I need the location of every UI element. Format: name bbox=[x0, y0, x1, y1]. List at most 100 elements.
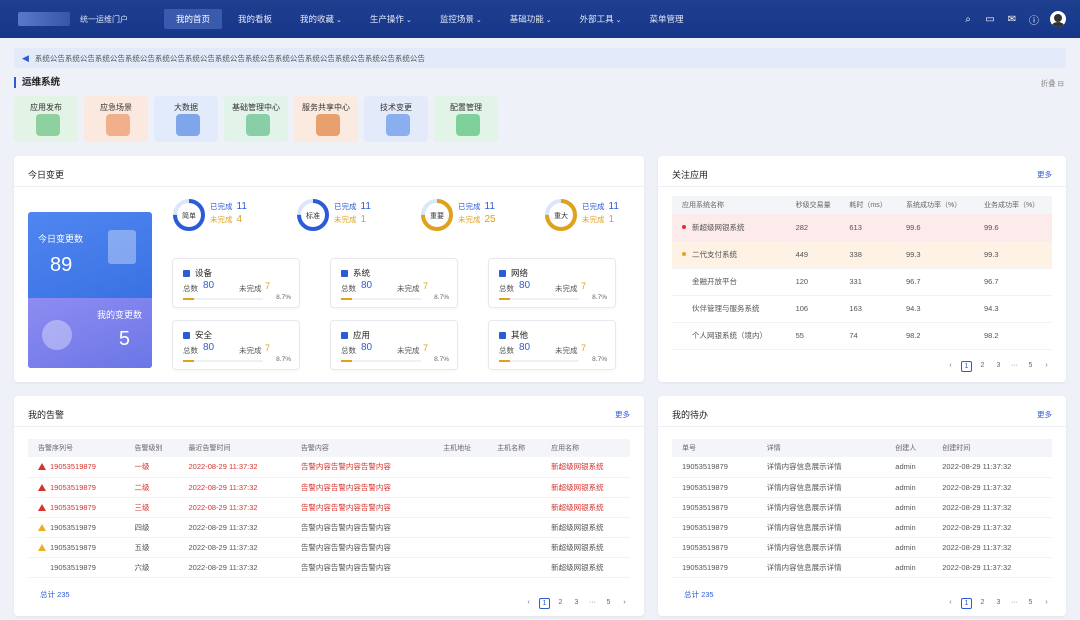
category-card[interactable]: 安全 总数 80 未完成 7 8.7% bbox=[172, 320, 300, 370]
help-icon[interactable]: ⓘ bbox=[1028, 12, 1040, 27]
table-row[interactable]: 19053519879 六级 2022-08-29 11:37:32 告警内容告警内容… bbox=[28, 557, 630, 578]
cell-text: 449 bbox=[795, 250, 809, 259]
table-cell bbox=[487, 557, 542, 578]
nav-item[interactable]: 生产操作 ⌄ bbox=[358, 9, 424, 29]
table-cell: 2022-08-29 11:37:32 bbox=[178, 477, 291, 498]
category-title: 设备 bbox=[183, 267, 212, 279]
table-row[interactable]: 19053519879 详情内容信息展示详情 admin 2022-08-29 11:… bbox=[672, 497, 1052, 518]
todo-label: 未完成 bbox=[334, 215, 357, 224]
table-row[interactable]: 19053519879 详情内容信息展示详情 admin 2022-08-29 11:… bbox=[672, 477, 1052, 498]
total-value: 80 bbox=[203, 342, 215, 353]
page-number[interactable]: 1 bbox=[961, 361, 972, 372]
quick-link-tile[interactable]: 服务共享中心 bbox=[294, 96, 358, 142]
page-number[interactable]: 1 bbox=[539, 598, 550, 609]
collapse-button[interactable]: 折叠 ⊟ bbox=[1041, 78, 1064, 89]
table-cell: 详情内容信息展示详情 bbox=[756, 497, 886, 518]
category-card[interactable]: 设备 总数 80 未完成 7 8.7% bbox=[172, 258, 300, 308]
alerts-table: 告警序列号 告警级别 最近告警时间 告警内容 主机地址 主机名称 应用名称 190535198… bbox=[28, 439, 630, 578]
page-ellipsis[interactable]: ··· bbox=[1009, 598, 1020, 609]
category-card[interactable]: 网络 总数 80 未完成 7 8.7% bbox=[488, 258, 616, 308]
page-number[interactable]: 5 bbox=[603, 598, 614, 609]
nav-item[interactable]: 菜单管理 bbox=[637, 9, 695, 29]
todo-label: 未完成 bbox=[555, 284, 578, 293]
page-number[interactable]: 5 bbox=[1025, 361, 1036, 372]
table-row[interactable]: 新超级网银系统 282 613 99.6 99.6 bbox=[672, 214, 1052, 242]
quick-link-tile[interactable]: 技术变更 bbox=[364, 96, 428, 142]
page-ellipsis[interactable]: ··· bbox=[1009, 361, 1020, 372]
more-link[interactable]: 更多 bbox=[615, 409, 630, 420]
table-row[interactable]: 个人网银系统（境内） 55 74 98.2 98.2 bbox=[672, 322, 1052, 350]
table-row[interactable]: 二代支付系统 449 338 99.3 99.3 bbox=[672, 241, 1052, 269]
nav-item[interactable]: 我的收藏 ⌄ bbox=[288, 9, 354, 29]
table-cell: 二代支付系统 bbox=[672, 241, 786, 269]
cell-text: 282 bbox=[795, 222, 809, 232]
category-card[interactable]: 其他 总数 80 未完成 7 8.7% bbox=[488, 320, 616, 370]
category-card[interactable]: 系统 总数 80 未完成 7 8.7% bbox=[330, 258, 458, 308]
table-row[interactable]: 19053519879 三级 2022-08-29 11:37:32 告警内容告警内容… bbox=[28, 497, 630, 518]
prev-page-button[interactable]: ‹ bbox=[945, 361, 956, 372]
quick-link-tile[interactable]: 基础管理中心 bbox=[224, 96, 288, 142]
nav-item[interactable]: 我的看板 bbox=[226, 9, 284, 29]
table-cell: 二级 bbox=[124, 477, 179, 498]
table-cell: 2022-08-29 11:37:32 bbox=[178, 457, 291, 478]
ring-level-label: 重要 bbox=[430, 213, 444, 220]
table-row[interactable]: 19053519879 详情内容信息展示详情 admin 2022-08-29 11:… bbox=[672, 557, 1052, 578]
table-row[interactable]: 19053519879 一级 2022-08-29 11:37:32 告警内容告警内容… bbox=[28, 457, 630, 478]
prev-page-button[interactable]: ‹ bbox=[945, 598, 956, 609]
nav-item-label: 我的看板 bbox=[238, 14, 273, 24]
table-row[interactable]: 19053519879 五级 2022-08-29 11:37:32 告警内容告警内容… bbox=[28, 537, 630, 558]
table-row[interactable]: 伙伴管理与服务系统 106 163 94.3 94.3 bbox=[672, 295, 1052, 323]
table-row[interactable]: 19053519879 详情内容信息展示详情 admin 2022-08-29 11:… bbox=[672, 517, 1052, 538]
nav-item[interactable]: 基础功能 ⌄ bbox=[498, 9, 564, 29]
progress-percent: 8.7% bbox=[592, 294, 607, 301]
page-number[interactable]: 2 bbox=[555, 598, 566, 609]
prev-page-button[interactable]: ‹ bbox=[523, 598, 534, 609]
avatar[interactable] bbox=[1050, 11, 1066, 27]
next-page-button[interactable]: › bbox=[1041, 361, 1052, 372]
category-title: 应用 bbox=[341, 329, 370, 341]
table-row[interactable]: 19053519879 详情内容信息展示详情 admin 2022-08-29 11:… bbox=[672, 457, 1052, 478]
warning-icon bbox=[38, 543, 46, 551]
nav-item[interactable]: 外部工具 ⌄ bbox=[568, 9, 634, 29]
table-row[interactable]: 19053519879 详情内容信息展示详情 admin 2022-08-29 11:… bbox=[672, 537, 1052, 558]
speaker-icon: ◀ bbox=[22, 52, 29, 63]
nav-item[interactable]: 我的首页 bbox=[164, 9, 223, 29]
page-number[interactable]: 5 bbox=[1025, 598, 1036, 609]
cell-text: 2022-08-29 11:37:32 bbox=[188, 462, 258, 472]
nav-item[interactable]: 监控场景 ⌄ bbox=[428, 9, 494, 29]
table-cell: admin bbox=[885, 477, 933, 498]
table-row[interactable]: 19053519879 二级 2022-08-29 11:37:32 告警内容告警内容… bbox=[28, 477, 630, 498]
more-link[interactable]: 更多 bbox=[1037, 169, 1052, 180]
category-card[interactable]: 应用 总数 80 未完成 7 8.7% bbox=[330, 320, 458, 370]
announcement-bar[interactable]: ◀ 系统公告系统公告系统公告系统公告系统公告系统公告系统公告系统公告系统公告系统… bbox=[14, 48, 1066, 68]
next-page-button[interactable]: › bbox=[619, 598, 630, 609]
table-cell: 详情内容信息展示详情 bbox=[756, 457, 886, 478]
mail-icon[interactable]: ✉ bbox=[1006, 14, 1018, 25]
page-number[interactable]: 3 bbox=[993, 361, 1004, 372]
quick-link-tile[interactable]: 配置管理 bbox=[434, 96, 498, 142]
quick-link-tile[interactable]: 应用发布 bbox=[14, 96, 78, 142]
page-number[interactable]: 2 bbox=[977, 598, 988, 609]
total-value: 80 bbox=[361, 280, 373, 291]
page-ellipsis[interactable]: ··· bbox=[587, 598, 598, 609]
next-page-button[interactable]: › bbox=[1041, 598, 1052, 609]
top-navigation-bar: 统一运维门户 我的首页 我的看板 我的收藏 ⌄ 生产操作 ⌄ 监控场景 ⌄ 基础功能 ⌄ 外部工具 ⌄… bbox=[0, 0, 1080, 38]
cell-text: 19053519879 bbox=[50, 462, 96, 472]
total-label: 总数 bbox=[183, 346, 198, 355]
quick-link-tile[interactable]: 应急场景 bbox=[84, 96, 148, 142]
table-cell: 19053519879 bbox=[672, 517, 757, 538]
main-nav: 我的首页 我的看板 我的收藏 ⌄ 生产操作 ⌄ 监控场景 ⌄ 基础功能 ⌄ 外部工具 ⌄ 菜单管理 bbox=[164, 9, 700, 29]
table-cell: 19053519879 bbox=[672, 537, 757, 558]
table-row[interactable]: 19053519879 四级 2022-08-29 11:37:32 告警内容告警内容… bbox=[28, 517, 630, 538]
page-number[interactable]: 1 bbox=[961, 598, 972, 609]
more-link[interactable]: 更多 bbox=[1037, 409, 1052, 420]
page-number[interactable]: 3 bbox=[571, 598, 582, 609]
total-count: 总计 235 bbox=[684, 590, 714, 599]
monitor-icon[interactable]: ▭ bbox=[984, 14, 996, 25]
quick-link-tile[interactable]: 大数据 bbox=[154, 96, 218, 142]
page-number[interactable]: 2 bbox=[977, 361, 988, 372]
table-row[interactable]: 金融开放平台 120 331 96.7 96.7 bbox=[672, 268, 1052, 296]
cell-text: 98.2 bbox=[983, 331, 999, 340]
search-icon[interactable]: ⌕ bbox=[962, 14, 974, 25]
page-number[interactable]: 3 bbox=[993, 598, 1004, 609]
